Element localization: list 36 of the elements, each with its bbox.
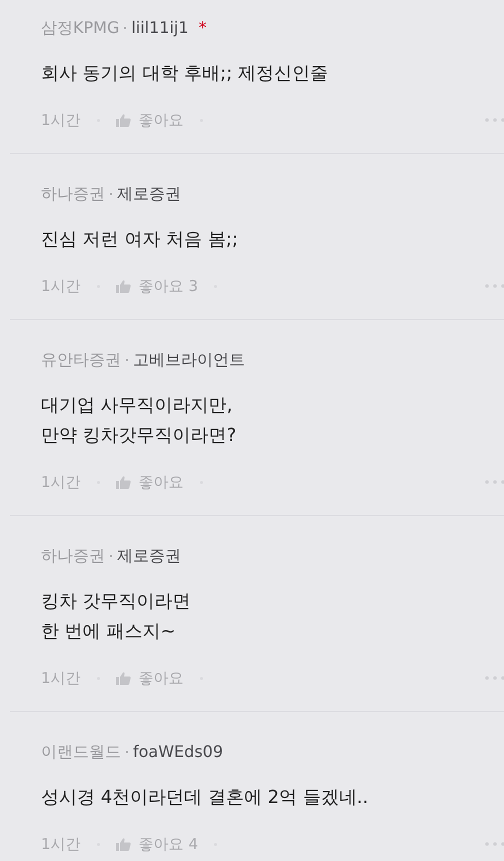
comment-time: 1시간 bbox=[41, 834, 81, 855]
thumbs-up-icon bbox=[116, 672, 131, 684]
more-icon[interactable] bbox=[484, 117, 504, 123]
comment-time: 1시간 bbox=[41, 276, 81, 297]
nickname: 제로증권 bbox=[117, 545, 181, 567]
company-name: 하나증권 bbox=[41, 545, 105, 567]
nickname: 제로증권 bbox=[117, 183, 181, 205]
thumbs-up-icon bbox=[116, 838, 131, 850]
company-name: 삼정KPMG bbox=[41, 17, 120, 39]
comment-text: 킹차 갓무직이라면 한 번에 패스지~ bbox=[41, 590, 192, 644]
comment-text: 회사 동기의 대학 후배;; 제정신인줄 bbox=[41, 62, 330, 86]
comment-time: 1시간 bbox=[41, 668, 81, 689]
more-icon[interactable] bbox=[484, 675, 504, 681]
company-name: 하나증권 bbox=[41, 183, 105, 205]
author-mark: * bbox=[198, 17, 207, 39]
nickname: 고베브라이언트 bbox=[133, 349, 245, 371]
like-button[interactable]: 좋아요 bbox=[116, 110, 184, 130]
more-icon[interactable] bbox=[484, 283, 504, 289]
comment-text: 성시경 4천이라던데 결혼에 2억 들겠네.. bbox=[41, 786, 370, 810]
like-button[interactable]: 좋아요 bbox=[116, 472, 184, 492]
like-button[interactable]: 좋아요 4 bbox=[116, 834, 198, 854]
comment-text: 대기업 사무직이라지만, 만약 킹차갓무직이라면? bbox=[41, 394, 238, 448]
thumbs-up-icon bbox=[116, 280, 131, 292]
nickname: liil11ij1 bbox=[131, 17, 189, 39]
company-name: 유안타증권 bbox=[41, 349, 121, 371]
more-icon[interactable] bbox=[484, 479, 504, 485]
comment-time: 1시간 bbox=[41, 110, 81, 131]
company-name: 이랜드월드 bbox=[41, 741, 121, 763]
thumbs-up-icon bbox=[116, 476, 131, 488]
like-button[interactable]: 좋아요 3 bbox=[116, 276, 198, 296]
like-button[interactable]: 좋아요 bbox=[116, 668, 184, 688]
thumbs-up-icon bbox=[116, 114, 131, 126]
nickname: foaWEds09 bbox=[133, 741, 224, 763]
comment-text: 진심 저런 여자 처음 봄;; bbox=[41, 228, 240, 252]
more-icon[interactable] bbox=[484, 841, 504, 847]
comment-time: 1시간 bbox=[41, 472, 81, 493]
